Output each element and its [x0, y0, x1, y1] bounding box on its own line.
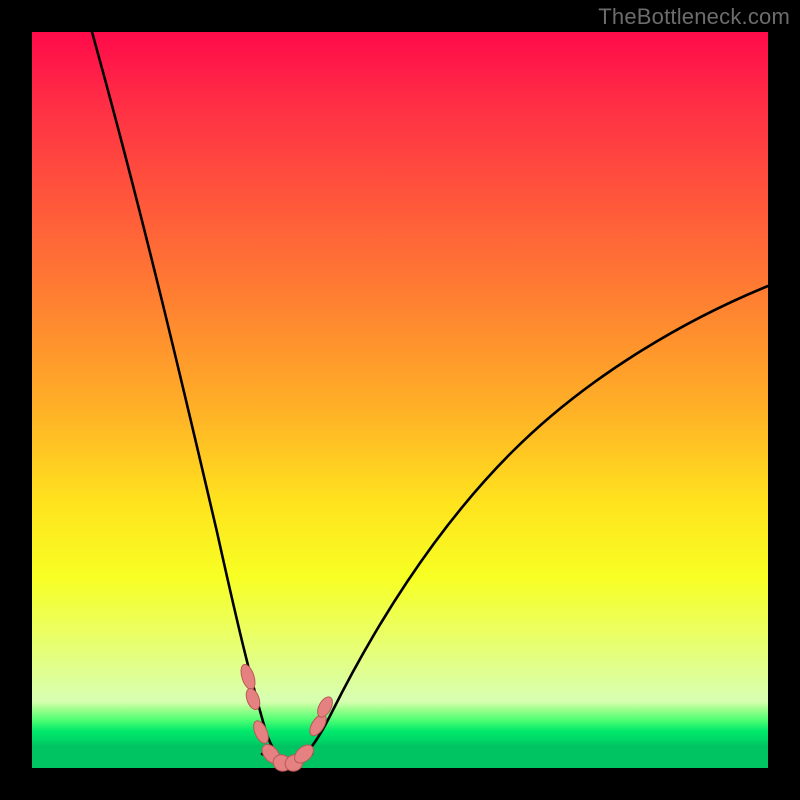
chart-svg: [32, 32, 768, 768]
marker-left-1: [238, 663, 257, 691]
watermark-text: TheBottleneck.com: [598, 4, 790, 30]
v-curve-right: [290, 286, 768, 763]
chart-frame: TheBottleneck.com: [0, 0, 800, 800]
markers-group: [238, 663, 335, 774]
curve-group: [92, 32, 768, 763]
v-curve-left: [92, 32, 290, 763]
plot-area: [32, 32, 768, 768]
